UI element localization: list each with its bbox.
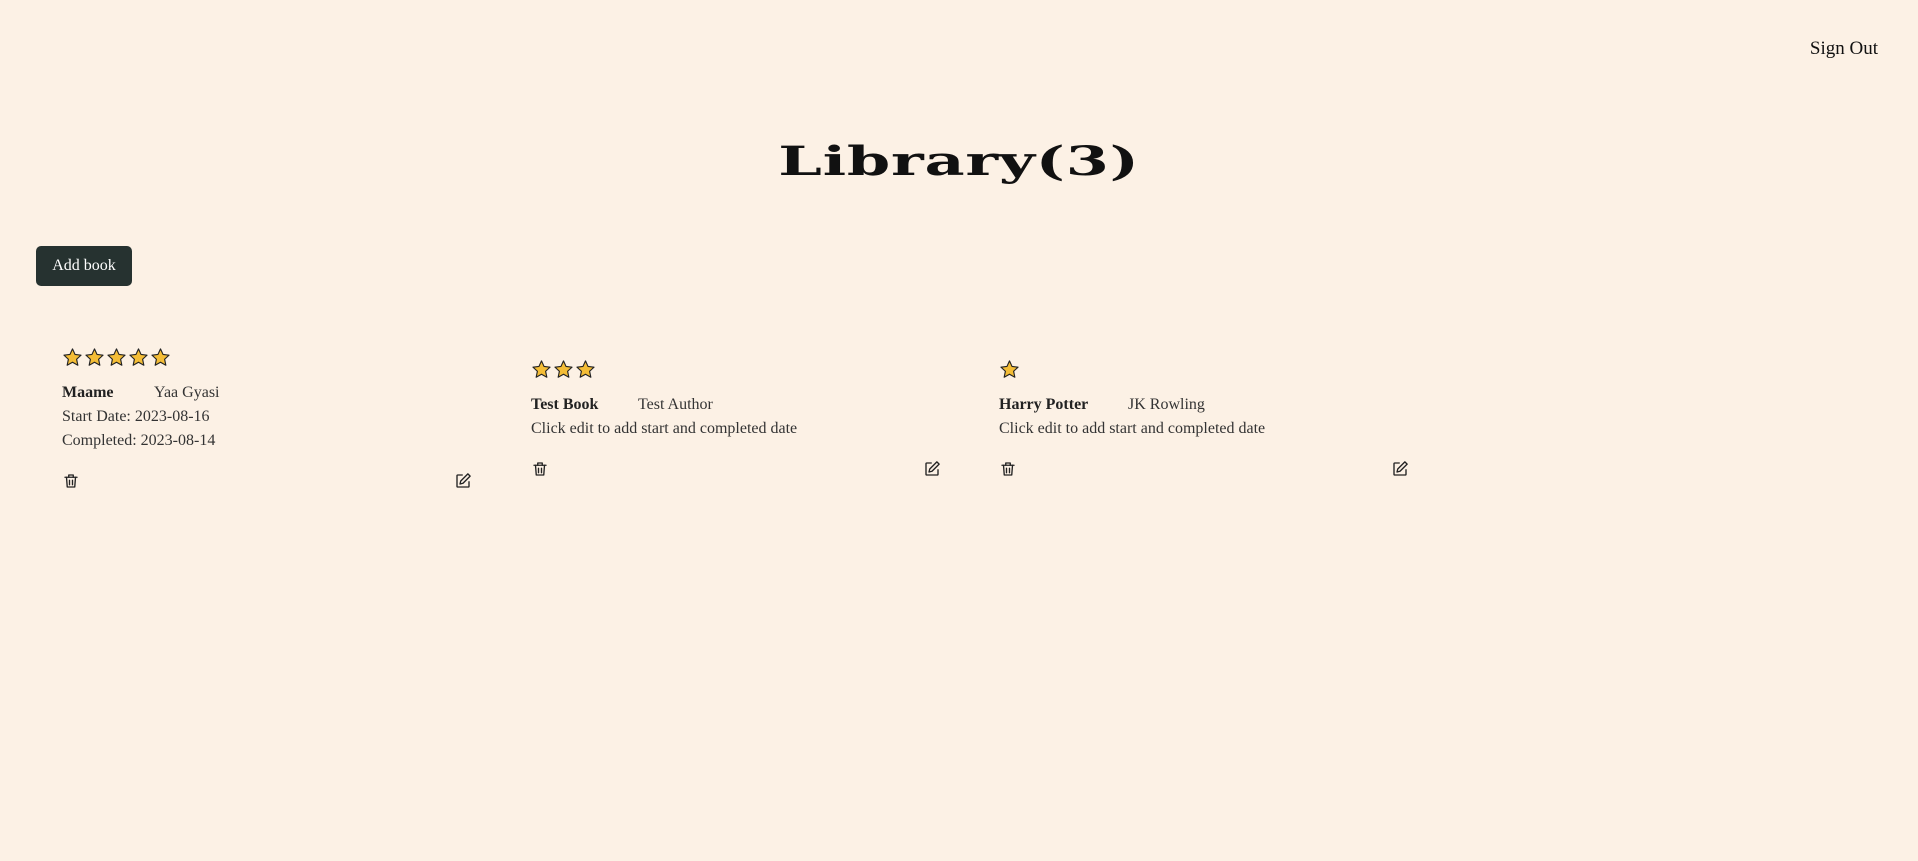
date-hint: Click edit to add start and completed da… <box>999 420 1266 437</box>
star-icon <box>106 347 127 368</box>
trash-icon[interactable] <box>531 460 549 478</box>
star-icon <box>150 347 171 368</box>
star-icon <box>531 359 552 380</box>
edit-icon[interactable] <box>1391 460 1409 478</box>
book-title: Test Book <box>531 396 599 413</box>
start-date: Start Date: 2023-08-16 <box>62 408 210 425</box>
book-title: Maame <box>62 384 114 401</box>
edit-icon[interactable] <box>923 460 941 478</box>
star-rating <box>62 345 472 369</box>
trash-icon[interactable] <box>999 460 1017 478</box>
sign-out-button[interactable]: Sign Out <box>1810 38 1878 60</box>
book-author: JK Rowling <box>1128 396 1205 413</box>
trash-icon[interactable] <box>62 472 80 490</box>
star-icon <box>128 347 149 368</box>
book-card: Test Book Test Author Click edit to add … <box>531 357 941 480</box>
star-rating <box>531 357 941 381</box>
book-card: Harry Potter JK Rowling Click edit to ad… <box>999 357 1409 480</box>
star-rating <box>999 357 1409 381</box>
date-hint: Click edit to add start and completed da… <box>531 420 798 437</box>
book-card: Maame Yaa Gyasi Start Date: 2023-08-16 C… <box>62 345 472 492</box>
page-title: Library(3) <box>778 138 1140 185</box>
star-icon <box>84 347 105 368</box>
edit-icon[interactable] <box>454 472 472 490</box>
book-author: Test Author <box>638 396 713 413</box>
book-author: Yaa Gyasi <box>154 384 220 401</box>
add-book-button[interactable]: Add book <box>36 246 132 286</box>
star-icon <box>553 359 574 380</box>
book-title: Harry Potter <box>999 396 1089 413</box>
star-icon <box>62 347 83 368</box>
star-icon <box>575 359 596 380</box>
completed-date: Completed: 2023-08-14 <box>62 432 216 449</box>
star-icon <box>999 359 1020 380</box>
